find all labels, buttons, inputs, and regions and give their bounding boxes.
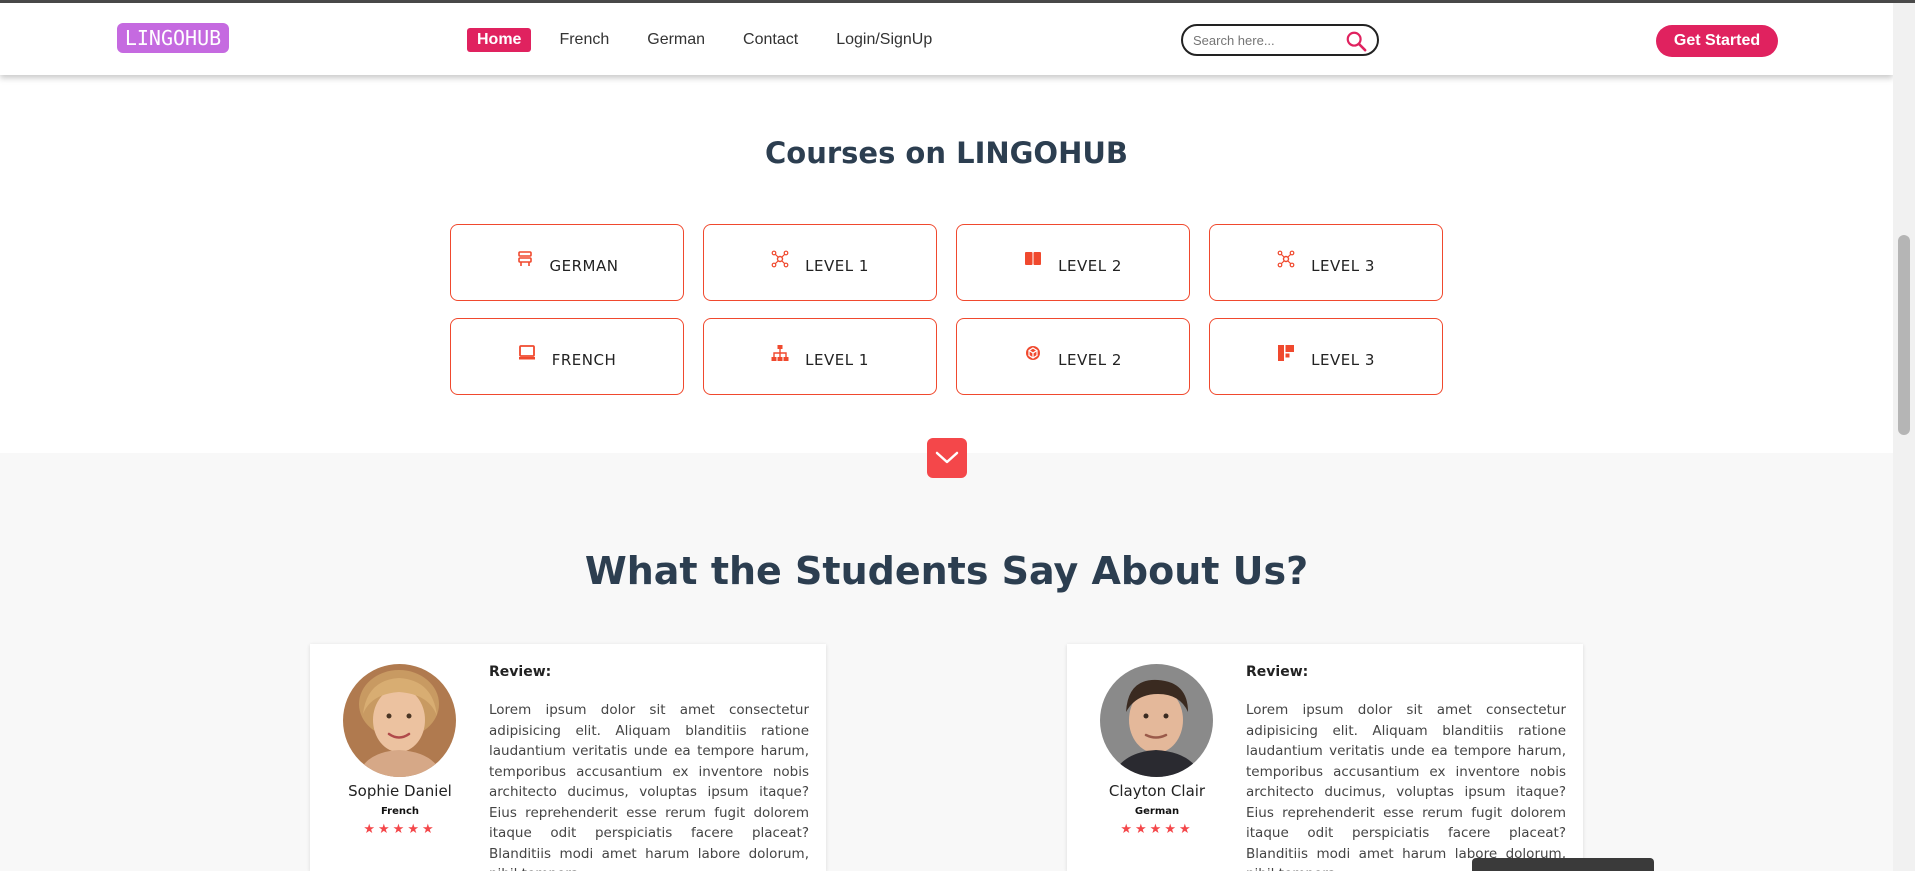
course-card-french[interactable]: FRENCH (450, 318, 684, 395)
book-icon (1025, 251, 1042, 265)
reviewer-name: Sophie Daniel (348, 782, 452, 800)
nav-link-contact[interactable]: Contact (733, 28, 808, 52)
course-card-level-2[interactable]: LEVEL 2 (956, 318, 1190, 395)
course-card-level-2[interactable]: LEVEL 2 (956, 224, 1190, 301)
course-card-german[interactable]: GERMAN (450, 224, 684, 301)
get-started-button[interactable]: Get Started (1656, 25, 1778, 57)
avatar (1100, 664, 1213, 777)
course-card-label: LEVEL 1 (805, 350, 869, 369)
search-input[interactable] (1193, 30, 1343, 50)
testimonials-section (0, 453, 1893, 871)
nav-link-german[interactable]: German (637, 28, 715, 52)
search-box (1181, 24, 1379, 56)
course-card-level-3[interactable]: LEVEL 3 (1209, 318, 1443, 395)
course-card-label: LEVEL 1 (805, 256, 869, 275)
review-heading: Review: (1246, 664, 1309, 680)
network-icon (771, 250, 789, 267)
course-card-label: LEVEL 3 (1311, 256, 1375, 275)
reviewer-language: German (1134, 806, 1180, 817)
reviews-title: What the Students Say About Us? (584, 549, 1309, 593)
courses-title: Courses on LINGOHUB (764, 136, 1129, 170)
network-icon (1277, 250, 1295, 267)
rating-stars: ★★★★★ (1120, 822, 1194, 837)
review-text: Lorem ipsum dolor sit amet consectetur a… (489, 702, 809, 871)
review-card: Clayton Clair German ★★★★★ Review: Lorem… (1067, 644, 1583, 871)
scrollbar-thumb[interactable] (1898, 235, 1910, 435)
avatar (343, 664, 456, 777)
course-card-label: FRENCH (551, 350, 617, 369)
navbar: LINGOHUB Home French German Contact Logi… (0, 3, 1893, 75)
reviewer-name: Clayton Clair (1108, 782, 1206, 800)
rating-stars: ★★★★★ (363, 822, 437, 837)
course-card-label: LEVEL 2 (1058, 350, 1122, 369)
reviewer-language: French (380, 806, 420, 817)
course-card-level-1[interactable]: LEVEL 1 (703, 318, 937, 395)
course-card-label: GERMAN (549, 256, 619, 275)
course-card-level-1[interactable]: LEVEL 1 (703, 224, 937, 301)
review-card: Sophie Daniel French ★★★★★ Review: Lorem… (310, 644, 826, 871)
nav-link-home[interactable]: Home (467, 28, 532, 52)
nav-links: Home French German Contact Login/SignUp (467, 28, 960, 52)
review-text: Lorem ipsum dolor sit amet consectetur a… (1246, 702, 1566, 871)
chevron-down-icon (935, 451, 959, 464)
scrollbar[interactable] (1893, 3, 1915, 871)
course-card-level-3[interactable]: LEVEL 3 (1209, 224, 1443, 301)
popup-tab[interactable] (1472, 858, 1654, 871)
nav-link-french[interactable]: French (549, 28, 619, 52)
review-heading: Review: (489, 664, 552, 680)
nav-link-login[interactable]: Login/SignUp (826, 28, 942, 52)
course-card-label: LEVEL 3 (1311, 350, 1375, 369)
cubes-icon (1026, 345, 1041, 360)
search-icon[interactable] (1345, 30, 1367, 52)
scroll-down-button[interactable] (927, 438, 967, 478)
window-icon (517, 250, 532, 266)
logo[interactable]: LINGOHUB (117, 23, 229, 53)
layout-icon (1278, 344, 1295, 361)
sitemap-icon (771, 344, 789, 361)
course-card-label: LEVEL 2 (1058, 256, 1122, 275)
laptop-icon (518, 344, 535, 359)
